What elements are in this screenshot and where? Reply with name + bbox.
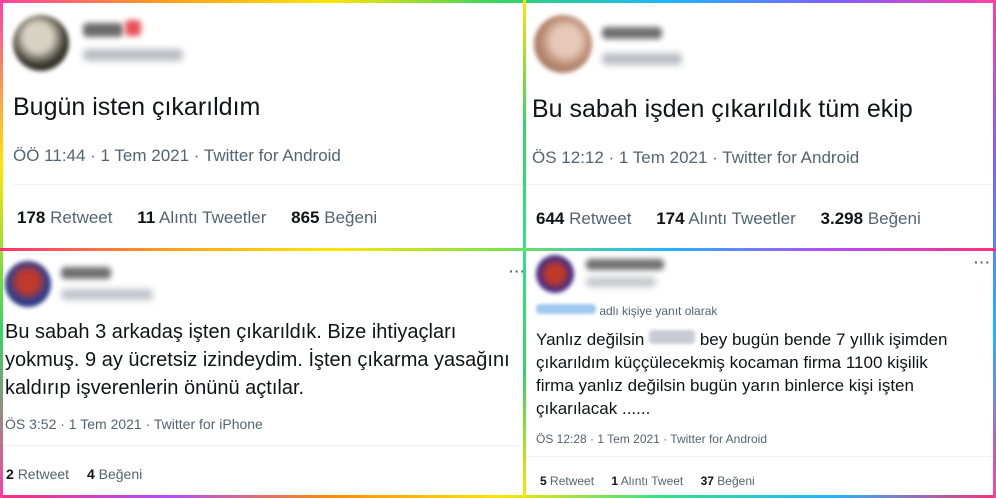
tweet-text-line-2: yokmuş. 9 ay ücretsiz izindeydim. İşten …	[5, 349, 510, 371]
blurred-handle[interactable]	[602, 53, 682, 65]
tweet-card-1: Bugün isten çıkarıldım ÖÖ 11:44 · 1 Tem …	[3, 3, 523, 248]
tweet-text-line-4: çıkarılacak ......	[536, 399, 651, 418]
avatar[interactable]	[534, 15, 592, 73]
tweet-meta[interactable]: ÖS 3:52 · 1 Tem 2021 · Twitter for iPhon…	[5, 416, 263, 432]
blurred-badge	[125, 20, 141, 36]
avatar[interactable]	[536, 255, 574, 293]
more-options-icon[interactable]: ···	[509, 263, 523, 279]
avatar[interactable]	[13, 15, 69, 71]
blurred-display-name[interactable]	[586, 259, 664, 270]
tweet-text-line-1: Yanlız değilsin x bey bugün bende 7 yıll…	[536, 330, 948, 349]
divider	[3, 445, 523, 446]
blurred-handle[interactable]	[83, 49, 183, 61]
retweet-count[interactable]: 644 Retweet	[536, 209, 631, 229]
avatar[interactable]	[5, 261, 51, 307]
divider	[526, 456, 993, 457]
retweet-count[interactable]: 2 Retweet	[6, 466, 69, 482]
divider	[526, 184, 993, 185]
blurred-display-name[interactable]	[61, 267, 111, 279]
blurred-mention[interactable]: x	[649, 330, 696, 344]
tweet-stats: 178 Retweet 11 Alıntı Tweetler 865 Beğen…	[17, 208, 377, 228]
tweet-text-line-2: çıkarıldım küççülecekmiş kocaman firma 1…	[536, 353, 928, 372]
quote-count[interactable]: 11 Alıntı Tweetler	[137, 208, 266, 228]
tweet-card-4: ··· x adlı kişiye yanıt olarak Yanlız de…	[526, 251, 993, 495]
tweet-text: Bu sabah işden çıkarıldık tüm ekip	[532, 95, 913, 123]
blurred-handle[interactable]	[61, 289, 153, 300]
tweet-stats: 5 Retweet 1 Alıntı Tweet 37 Beğeni	[540, 474, 755, 488]
blurred-reply-handle[interactable]: x	[536, 304, 596, 314]
blurred-display-name[interactable]	[83, 23, 123, 37]
divider	[13, 184, 523, 185]
blurred-handle[interactable]	[586, 277, 656, 287]
tweet-text-line-1: Bu sabah 3 arkadaş işten çıkarıldık. Biz…	[5, 321, 457, 343]
tweet-stats: 644 Retweet 174 Alıntı Tweetler 3.298 Be…	[536, 209, 921, 229]
tweet-card-2: Bu sabah işden çıkarıldık tüm ekip ÖS 12…	[526, 3, 993, 248]
like-count[interactable]: 4 Beğeni	[87, 466, 142, 482]
reply-context: x adlı kişiye yanıt olarak	[536, 304, 717, 318]
retweet-count[interactable]: 5 Retweet	[540, 474, 594, 488]
tweet-text-line-3: firma yanlız değilsin bugün yarın binler…	[536, 376, 914, 395]
tweet-card-3: ··· Bu sabah 3 arkadaş işten çıkarıldık.…	[3, 251, 523, 495]
like-count[interactable]: 3.298 Beğeni	[821, 209, 921, 229]
quote-count[interactable]: 174 Alıntı Tweetler	[656, 209, 796, 229]
tweet-meta[interactable]: ÖÖ 11:44 · 1 Tem 2021 · Twitter for Andr…	[13, 146, 341, 166]
more-options-icon[interactable]: ···	[974, 254, 991, 270]
like-count[interactable]: 37 Beğeni	[701, 474, 755, 488]
tweet-stats: 2 Retweet 4 Beğeni	[6, 466, 142, 482]
tweet-meta[interactable]: ÖS 12:12 · 1 Tem 2021 · Twitter for Andr…	[532, 148, 859, 168]
like-count[interactable]: 865 Beğeni	[291, 208, 377, 228]
quote-count[interactable]: 1 Alıntı Tweet	[611, 474, 683, 488]
retweet-count[interactable]: 178 Retweet	[17, 208, 112, 228]
tweet-text-line-3: kaldırıp işverenlerin önünü açtılar.	[5, 377, 305, 399]
tweet-text: Bugün isten çıkarıldım	[13, 93, 261, 121]
tweet-meta[interactable]: ÖS 12:28 · 1 Tem 2021 · Twitter for Andr…	[536, 432, 767, 446]
blurred-display-name[interactable]	[602, 27, 662, 39]
